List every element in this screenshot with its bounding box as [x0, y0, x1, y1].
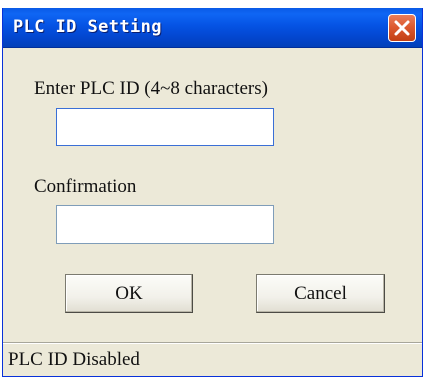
plc-id-setting-dialog: PLC ID Setting Enter PLC ID (4~8 charact…: [2, 8, 423, 377]
title-bar[interactable]: PLC ID Setting: [3, 8, 422, 48]
plc-id-label: Enter PLC ID (4~8 characters): [34, 78, 268, 99]
cancel-button[interactable]: Cancel: [256, 274, 385, 313]
window-title: PLC ID Setting: [13, 17, 162, 37]
plc-id-input[interactable]: [56, 108, 274, 146]
status-text: PLC ID Disabled: [8, 349, 140, 370]
confirmation-label: Confirmation: [34, 176, 137, 197]
close-button[interactable]: [388, 14, 416, 42]
close-icon: [393, 19, 411, 37]
background-strip: [0, 0, 425, 8]
status-bar: PLC ID Disabled: [3, 342, 422, 376]
confirmation-input[interactable]: [56, 205, 274, 244]
ok-button[interactable]: OK: [65, 274, 193, 313]
